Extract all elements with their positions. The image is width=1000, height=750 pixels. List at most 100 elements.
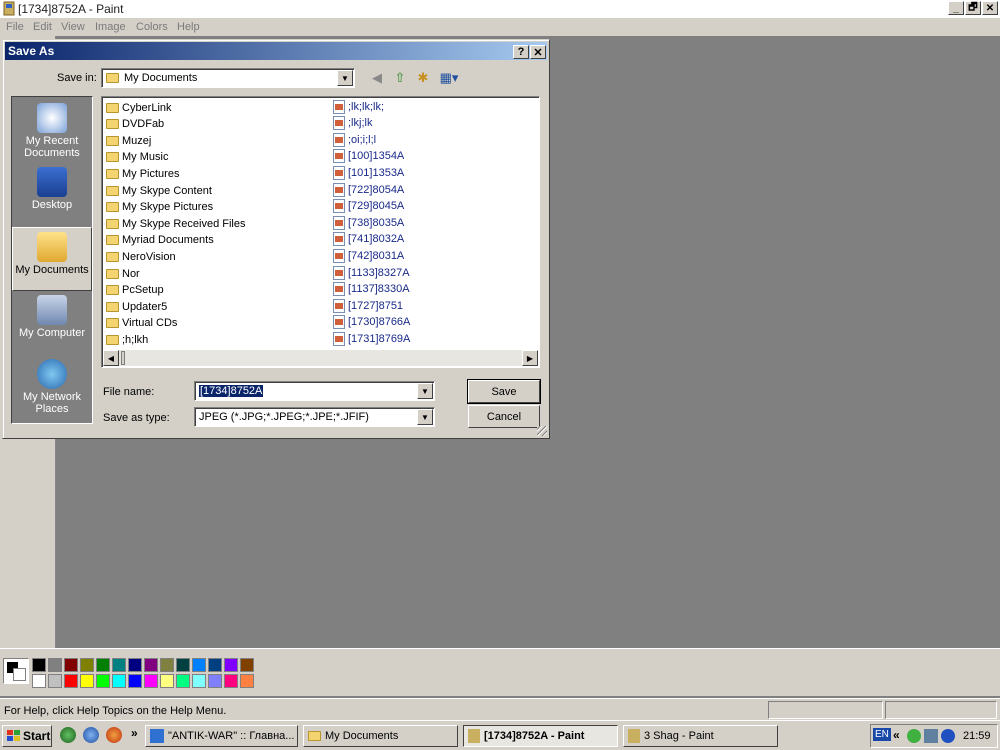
quicklaunch-chevron[interactable]: » bbox=[131, 726, 138, 740]
file-item-folder[interactable]: My Skype Received Files bbox=[106, 216, 246, 231]
palette-swatch[interactable] bbox=[144, 658, 158, 672]
palette-swatch[interactable] bbox=[112, 674, 126, 688]
network-tray-icon[interactable] bbox=[924, 729, 938, 743]
scroll-right-icon[interactable]: ▶ bbox=[522, 350, 538, 366]
file-item-image[interactable]: [1137]8330A bbox=[333, 282, 410, 297]
file-item-image[interactable]: ;lk;lk;lk; bbox=[333, 99, 384, 114]
file-item-image[interactable]: [1133]8327A bbox=[333, 265, 410, 280]
palette-swatch[interactable] bbox=[208, 658, 222, 672]
taskbar-btn-paint-2[interactable]: 3 Shag - Paint bbox=[623, 725, 778, 747]
menu-image[interactable]: Image bbox=[95, 21, 126, 33]
file-item-folder[interactable]: PcSetup bbox=[106, 283, 164, 298]
palette-swatch[interactable] bbox=[112, 658, 126, 672]
resize-grip-icon[interactable] bbox=[537, 426, 547, 436]
file-item-folder[interactable]: CyberLink bbox=[106, 100, 172, 115]
file-list[interactable]: CyberLink DVDFab Muzej My Music My Pictures M… bbox=[101, 96, 540, 368]
file-item-image[interactable]: [1727]8751 bbox=[333, 298, 403, 313]
palette-swatch[interactable] bbox=[176, 674, 190, 688]
start-button[interactable]: Start bbox=[2, 725, 52, 747]
palette-swatch[interactable] bbox=[80, 674, 94, 688]
file-name-input[interactable]: [1734]8752A ▼ bbox=[194, 381, 435, 401]
palette-swatch[interactable] bbox=[64, 674, 78, 688]
palette-swatch[interactable] bbox=[48, 674, 62, 688]
quicklaunch-ie-icon[interactable] bbox=[83, 727, 99, 743]
tray-expand-chevron[interactable]: « bbox=[893, 728, 900, 742]
save-type-select[interactable]: JPEG (*.JPG;*.JPEG;*.JPE;*.JFIF) ▼ bbox=[194, 407, 435, 427]
quicklaunch-media-icon[interactable] bbox=[106, 727, 122, 743]
file-item-folder[interactable]: My Pictures bbox=[106, 166, 179, 181]
palette-swatch[interactable] bbox=[240, 658, 254, 672]
file-item-image[interactable]: [742]8031A bbox=[333, 248, 404, 263]
back-icon[interactable]: ◀ bbox=[368, 69, 386, 87]
palette-swatch[interactable] bbox=[160, 674, 174, 688]
minimize-button[interactable]: _ bbox=[948, 1, 964, 15]
file-item-image[interactable]: [741]8032A bbox=[333, 232, 404, 247]
menu-help[interactable]: Help bbox=[177, 21, 200, 33]
file-item-folder[interactable]: Updater5 bbox=[106, 299, 167, 314]
antivirus-tray-icon[interactable] bbox=[907, 729, 921, 743]
update-tray-icon[interactable] bbox=[941, 729, 955, 743]
place-recent-documents[interactable]: My Recent Documents bbox=[12, 99, 92, 163]
file-item-image[interactable]: [1730]8766A bbox=[333, 315, 410, 330]
taskbar-btn-browser[interactable]: "ANTIK-WAR" :: Главна... bbox=[145, 725, 298, 747]
file-item-folder[interactable]: Nor bbox=[106, 266, 140, 281]
palette-swatch[interactable] bbox=[224, 674, 238, 688]
palette-swatch[interactable] bbox=[32, 658, 46, 672]
scroll-left-icon[interactable]: ◀ bbox=[103, 350, 119, 366]
palette-swatch[interactable] bbox=[96, 658, 110, 672]
current-colors[interactable] bbox=[3, 658, 29, 684]
view-menu-icon[interactable]: ▦▾ bbox=[437, 69, 461, 87]
file-item-folder[interactable]: My Skype Pictures bbox=[106, 200, 213, 215]
palette-swatch[interactable] bbox=[80, 658, 94, 672]
close-window-button[interactable]: ✕ bbox=[982, 1, 998, 15]
palette-swatch[interactable] bbox=[208, 674, 222, 688]
file-item-folder[interactable]: DVDFab bbox=[106, 117, 164, 132]
file-item-image[interactable]: [101]1353A bbox=[333, 165, 404, 180]
palette-swatch[interactable] bbox=[128, 658, 142, 672]
chevron-down-icon[interactable]: ▼ bbox=[417, 383, 433, 399]
file-item-image[interactable]: ;oi;i;l;l bbox=[333, 132, 376, 147]
menu-view[interactable]: View bbox=[61, 21, 85, 33]
menu-edit[interactable]: Edit bbox=[33, 21, 52, 33]
file-item-folder[interactable]: Muzej bbox=[106, 133, 151, 148]
palette-swatch[interactable] bbox=[160, 658, 174, 672]
up-folder-icon[interactable]: ⇧ bbox=[391, 69, 409, 87]
palette-swatch[interactable] bbox=[128, 674, 142, 688]
palette-swatch[interactable] bbox=[32, 674, 46, 688]
file-item-image[interactable]: ;lkj;lk bbox=[333, 116, 372, 131]
file-item-folder[interactable]: My Music bbox=[106, 150, 168, 165]
file-item-folder[interactable]: Virtual CDs bbox=[106, 316, 177, 331]
place-my-computer[interactable]: My Computer bbox=[12, 291, 92, 355]
file-item-folder[interactable]: My Skype Content bbox=[106, 183, 212, 198]
file-item-image[interactable]: [738]8035A bbox=[333, 215, 404, 230]
palette-swatch[interactable] bbox=[96, 674, 110, 688]
dialog-close-button[interactable]: ✕ bbox=[530, 45, 546, 59]
cancel-button[interactable]: Cancel bbox=[468, 405, 540, 428]
file-item-image[interactable]: [1731]8769A bbox=[333, 331, 410, 346]
menu-colors[interactable]: Colors bbox=[136, 21, 168, 33]
dialog-help-button[interactable]: ? bbox=[513, 45, 529, 59]
palette-swatch[interactable] bbox=[192, 674, 206, 688]
file-item-folder[interactable]: ;h;lkh bbox=[106, 332, 148, 347]
palette-swatch[interactable] bbox=[64, 658, 78, 672]
palette-swatch[interactable] bbox=[176, 658, 190, 672]
restore-button[interactable]: 🗗 bbox=[965, 1, 981, 15]
place-desktop[interactable]: Desktop bbox=[12, 163, 92, 227]
quicklaunch-browser-icon[interactable] bbox=[60, 727, 76, 743]
palette-swatch[interactable] bbox=[48, 658, 62, 672]
taskbar-btn-my-documents[interactable]: My Documents bbox=[303, 725, 458, 747]
paint-app-icon[interactable] bbox=[2, 1, 16, 16]
palette-swatch[interactable] bbox=[144, 674, 158, 688]
file-item-image[interactable]: [100]1354A bbox=[333, 149, 404, 164]
save-button[interactable]: Save bbox=[467, 379, 541, 404]
file-item-image[interactable]: [722]8054A bbox=[333, 182, 404, 197]
palette-swatch[interactable] bbox=[224, 658, 238, 672]
clock[interactable]: 21:59 bbox=[963, 730, 991, 742]
save-in-combo[interactable]: My Documents ▼ bbox=[101, 68, 355, 88]
horizontal-scrollbar[interactable]: ◀ ▶ bbox=[103, 350, 538, 366]
scroll-thumb[interactable] bbox=[121, 351, 125, 365]
place-my-documents[interactable]: My Documents bbox=[12, 227, 92, 291]
palette-swatch[interactable] bbox=[240, 674, 254, 688]
menu-file[interactable]: File bbox=[6, 21, 24, 33]
chevron-down-icon[interactable]: ▼ bbox=[337, 70, 353, 86]
